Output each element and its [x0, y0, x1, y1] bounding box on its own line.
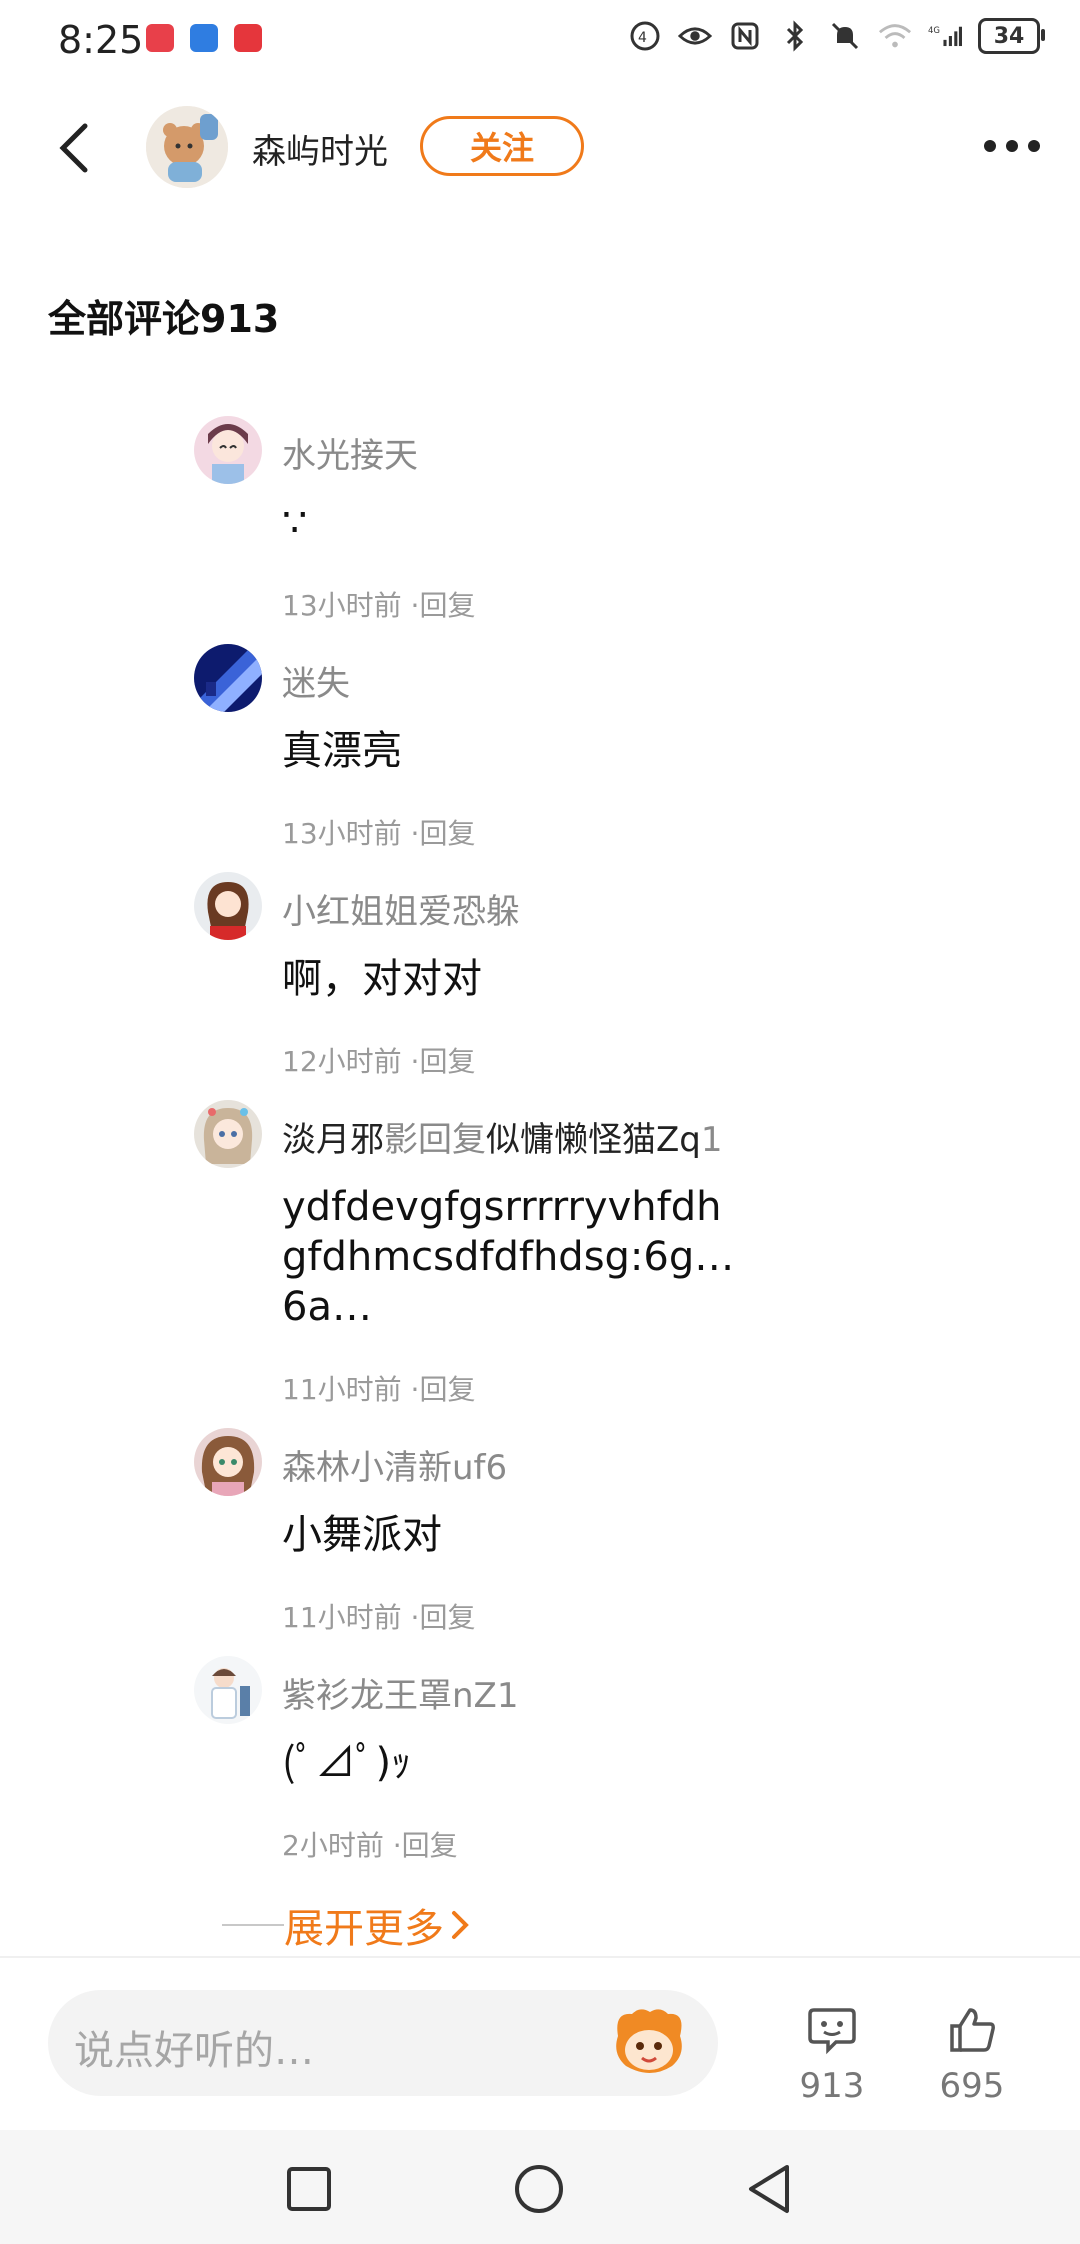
- comment-meta: 11小时前 ·回复: [282, 1596, 475, 1636]
- reply-button[interactable]: ·回复: [393, 1829, 458, 1862]
- reply-target-name[interactable]: 似慵懒怪猫Zq: [486, 1120, 701, 1160]
- more-dot-icon: [1028, 140, 1040, 152]
- back-button[interactable]: [44, 118, 104, 178]
- reply-button[interactable]: ·回复: [411, 589, 476, 622]
- mascot-emoji-icon[interactable]: [610, 2006, 688, 2080]
- comment-time: 13小时前: [282, 817, 402, 850]
- commenter-name-primary[interactable]: 淡月邪: [282, 1120, 384, 1160]
- comment-text: 啊，对对对: [282, 956, 482, 1002]
- author-name[interactable]: 森屿时光: [252, 124, 388, 173]
- commenter-name[interactable]: 紫衫龙王罩nZ1: [282, 1668, 518, 1717]
- comment-text: (ﾟ⊿ﾟ)ｯ: [282, 1740, 412, 1786]
- home-button[interactable]: [512, 2162, 566, 2216]
- comment-time: 11小时前: [282, 1601, 402, 1634]
- comment-text: 小舞派对: [282, 1512, 442, 1558]
- comment-time: 11小时前: [282, 1373, 402, 1406]
- comment-text: ydfdevgfgsrrrrryvhfdh gfdhmcsdfdfhdsg:6g…: [282, 1184, 735, 1330]
- nfc-icon: [728, 19, 762, 53]
- commenter-avatar[interactable]: [194, 1428, 262, 1496]
- post-header: 森屿时光 关注: [0, 96, 1080, 200]
- more-dot-icon: [984, 140, 996, 152]
- wifi-icon: [878, 19, 912, 53]
- commenter-name[interactable]: 迷失: [282, 656, 350, 705]
- comment-meta: 13小时前 ·回复: [282, 812, 475, 852]
- circle-icon: [515, 2165, 563, 2213]
- recents-button[interactable]: [282, 2162, 336, 2216]
- back-nav-button[interactable]: [742, 2162, 796, 2216]
- more-dot-icon: [1006, 140, 1018, 152]
- expand-more-label: 展开更多: [284, 1906, 444, 1952]
- commenter-avatar[interactable]: [194, 872, 262, 940]
- notes-app-icon: [146, 24, 174, 52]
- svg-text:4: 4: [638, 30, 647, 46]
- status-icons: 4 4G 34: [628, 18, 1045, 54]
- commenter-name[interactable]: 森林小清新uf6: [282, 1440, 507, 1489]
- square-icon: [287, 2167, 331, 2211]
- expand-more-button[interactable]: 展开更多: [222, 1896, 470, 1954]
- comments-section-title: 全部评论913: [48, 297, 280, 341]
- more-options-button[interactable]: [984, 126, 1040, 166]
- eye-icon: [678, 19, 712, 53]
- hd-icon: 4: [628, 19, 662, 53]
- status-time: 8:25: [58, 18, 144, 62]
- commenter-avatar[interactable]: [194, 1100, 262, 1168]
- comment-meta: 11小时前 ·回复: [282, 1368, 475, 1408]
- commenter-name: 淡月邪影回复似慵懒怪猫Zq1: [282, 1112, 723, 1161]
- battery-icon: 34: [978, 18, 1045, 54]
- status-bar: 8:25 4 4G 34: [0, 0, 1080, 80]
- comment-time: 12小时前: [282, 1045, 402, 1078]
- comment-meta: 12小时前 ·回复: [282, 1040, 475, 1080]
- likes-count: 695: [939, 2066, 1005, 2106]
- back-arrow-icon: [59, 123, 88, 173]
- author-avatar[interactable]: [146, 106, 228, 188]
- commenter-name[interactable]: 小红姐姐爱恐躲: [282, 884, 520, 933]
- commenter-avatar[interactable]: [194, 644, 262, 712]
- comment-time: 2小时前: [282, 1829, 384, 1862]
- follow-button[interactable]: 关注: [420, 116, 584, 176]
- comments-count-button[interactable]: 913: [772, 2004, 892, 2106]
- triangle-back-icon: [749, 2165, 789, 2213]
- reply-target-suffix: 1: [700, 1120, 723, 1160]
- mute-icon: [828, 19, 862, 53]
- chevron-right-icon: [452, 1911, 469, 1939]
- like-button[interactable]: 695: [912, 2004, 1032, 2106]
- bottom-divider: [0, 1956, 1080, 1958]
- signal-4g-icon: 4G: [928, 19, 962, 53]
- comment-text: ∵: [282, 500, 308, 546]
- commenter-name[interactable]: 水光接天: [282, 428, 418, 477]
- comment-input-placeholder: 说点好听的…: [74, 2028, 314, 2074]
- comment-meta: 2小时前 ·回复: [282, 1824, 458, 1864]
- svg-text:4G: 4G: [928, 26, 940, 36]
- bulb-app-icon: [190, 24, 218, 52]
- reply-indicator: 影回复: [384, 1120, 486, 1160]
- reply-button[interactable]: ·回复: [411, 817, 476, 850]
- comment-input[interactable]: 说点好听的…: [48, 1990, 718, 2096]
- bluetooth-icon: [778, 19, 812, 53]
- comment-time: 13小时前: [282, 589, 402, 622]
- comment-meta: 13小时前 ·回复: [282, 584, 475, 624]
- expand-divider: [222, 1924, 284, 1926]
- commenter-avatar[interactable]: [194, 416, 262, 484]
- reply-button[interactable]: ·回复: [411, 1601, 476, 1634]
- reply-button[interactable]: ·回复: [411, 1045, 476, 1078]
- comment-text: 真漂亮: [282, 728, 402, 774]
- comments-count: 913: [799, 2066, 865, 2106]
- reply-button[interactable]: ·回复: [411, 1373, 476, 1406]
- system-nav-bar: [0, 2130, 1080, 2244]
- commenter-avatar[interactable]: [194, 1656, 262, 1724]
- app-icon: [234, 24, 262, 52]
- comment-bubble-icon: [808, 2008, 856, 2055]
- thumbs-up-icon: [950, 2008, 995, 2052]
